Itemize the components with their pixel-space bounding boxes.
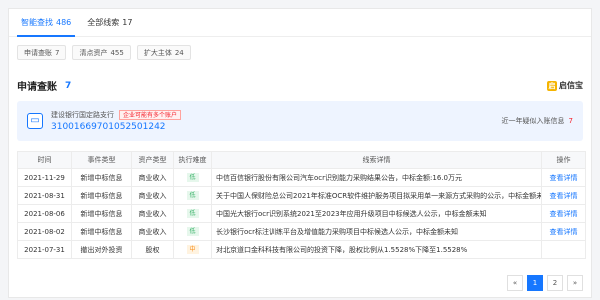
section-header: 申请查账 7 启 启信宝 [9,78,591,93]
cell-asset: 商业收入 [131,204,174,223]
cell-asset: 商业收入 [131,186,174,205]
difficulty-badge: 中 [186,245,199,254]
cell-difficulty: 低 [173,186,212,205]
view-detail-link[interactable]: 查看详情 [550,174,578,182]
cell-detail: 关于中国人保财险总公司2021年标准OCR软件维护服务项目拟采用单一来源方式采购… [211,186,542,205]
cell-detail: 中国光大银行ocr识别系统2021至2023年应用升级项目中标候选人公示，中标金… [211,204,542,223]
cell-event: 新增中标信息 [71,204,132,223]
table-row: 2021-11-29 新增中标信息 商业收入 低 中信百信银行股份有限公司汽车o… [17,168,586,187]
page-button-2[interactable]: 2 [547,275,563,291]
tab-count: 486 [56,18,72,27]
bank-account-number[interactable]: 31001669701052501242 [51,122,502,132]
cell-event: 新增中标信息 [71,222,132,241]
table-row: 2021-08-31 新增中标信息 商业收入 低 关于中国人保财险总公司2021… [17,186,586,205]
subtab-count: 24 [174,49,184,57]
main-tabs: 智能查找 486 全部线索 17 [9,9,591,37]
page-button-1[interactable]: 1 [527,275,543,291]
table-row: 2021-08-02 新增中标信息 商业收入 低 长沙银行ocr标注训练平台及增… [17,222,586,241]
recent-income-summary: 近一年疑似入账信息 7 [502,116,573,126]
difficulty-badge: 低 [186,173,199,182]
cell-difficulty: 中 [173,240,212,259]
tab-smart-search[interactable]: 智能查找 486 [13,8,79,37]
cell-event: 撤出对外投资 [71,240,132,259]
cell-asset: 股权 [131,240,174,259]
cell-asset: 商业收入 [131,222,174,241]
cell-difficulty: 低 [173,204,212,223]
view-detail-link[interactable]: 查看详情 [550,192,578,200]
cell-time: 2021-07-31 [17,240,72,259]
subtab-count: 455 [110,49,124,57]
clue-panel: 智能查找 486 全部线索 17 申请查账 7 清点资产 455 扩大主体 24 申请查账… [8,8,592,298]
cell-detail: 对北京道口金科科技有限公司的投资下降，股权比例从1.5528%下降至1.5528… [211,240,542,259]
difficulty-badge: 低 [186,227,199,236]
multi-account-warning-badge: 企业可能有多个账户 [119,110,182,120]
subtab-apply-audit[interactable]: 申请查账 7 [17,45,67,60]
bank-card-icon: ▭ [27,113,43,129]
section-count: 7 [65,80,72,91]
prev-page-button[interactable]: « [507,275,523,291]
cell-difficulty: 低 [173,222,212,241]
difficulty-badge: 低 [186,191,199,200]
tab-label: 智能查找 [21,18,53,27]
column-header-detail: 线索详情 [211,151,542,169]
cell-asset: 商业收入 [131,168,174,187]
qixinbao-logo-icon: 启 [547,80,557,91]
column-header-action: 操作 [541,151,586,169]
column-header-event: 事件类型 [71,151,132,169]
subtab-count: 7 [55,49,60,57]
cell-action: 查看详情 [541,222,586,241]
brand-name: 启信宝 [559,81,583,90]
cell-time: 2021-08-06 [17,204,72,223]
section-title: 申请查账 7 [17,78,72,94]
table-row: 2021-07-31 撤出对外投资 股权 中 对北京道口金科科技有限公司的投资下… [17,240,586,259]
cell-time: 2021-08-02 [17,222,72,241]
clue-table: 时间 事件类型 资产类型 执行难度 线索详情 操作 2021-11-29 新增中… [17,151,586,259]
view-detail-link[interactable]: 查看详情 [550,210,578,218]
recent-income-count: 7 [568,117,573,125]
subtab-expand-entity[interactable]: 扩大主体 24 [136,45,191,60]
column-header-difficulty: 执行难度 [173,151,212,169]
cell-time: 2021-11-29 [17,168,72,187]
cell-action: 查看详情 [541,186,586,205]
cell-difficulty: 低 [173,168,212,187]
pagination: « 1 2 » [507,275,583,291]
bank-info: 建设银行国定路支行 企业可能有多个账户 31001669701052501242 [51,110,502,132]
cell-detail: 中信百信银行股份有限公司汽车ocr识别能力采购结果公告，中标金额:16.0万元 [211,168,542,187]
column-header-asset: 资产类型 [131,151,174,169]
subtab-asset-inventory[interactable]: 清点资产 455 [72,45,131,60]
tab-all-clues[interactable]: 全部线索 17 [79,8,140,36]
section-title-text: 申请查账 [17,82,57,93]
bank-name: 建设银行国定路支行 [51,111,114,119]
table-row: 2021-08-06 新增中标信息 商业收入 低 中国光大银行ocr识别系统20… [17,204,586,223]
cell-event: 新增中标信息 [71,186,132,205]
view-detail-link[interactable]: 查看详情 [550,228,578,236]
cell-detail: 长沙银行ocr标注训练平台及增值能力采购项目中标候选人公示，中标金额未知 [211,222,542,241]
bank-account-box: ▭ 建设银行国定路支行 企业可能有多个账户 310016697010525012… [17,101,583,141]
sub-tabs: 申请查账 7 清点资产 455 扩大主体 24 [9,37,591,60]
column-header-time: 时间 [17,151,72,169]
cell-action: 查看详情 [541,168,586,187]
subtab-label: 清点资产 [79,49,108,57]
tab-count: 17 [122,18,133,27]
next-page-button[interactable]: » [567,275,583,291]
cell-action: 查看详情 [541,204,586,223]
cell-action [541,240,586,259]
tab-label: 全部线索 [87,18,120,27]
subtab-label: 申请查账 [24,49,52,57]
recent-income-label: 近一年疑似入账信息 [501,117,565,125]
brand-logo: 启 启信宝 [547,80,583,91]
difficulty-badge: 低 [186,209,199,218]
subtab-label: 扩大主体 [143,49,172,57]
table-header-row: 时间 事件类型 资产类型 执行难度 线索详情 操作 [17,151,586,169]
cell-time: 2021-08-31 [17,186,72,205]
cell-event: 新增中标信息 [71,168,132,187]
